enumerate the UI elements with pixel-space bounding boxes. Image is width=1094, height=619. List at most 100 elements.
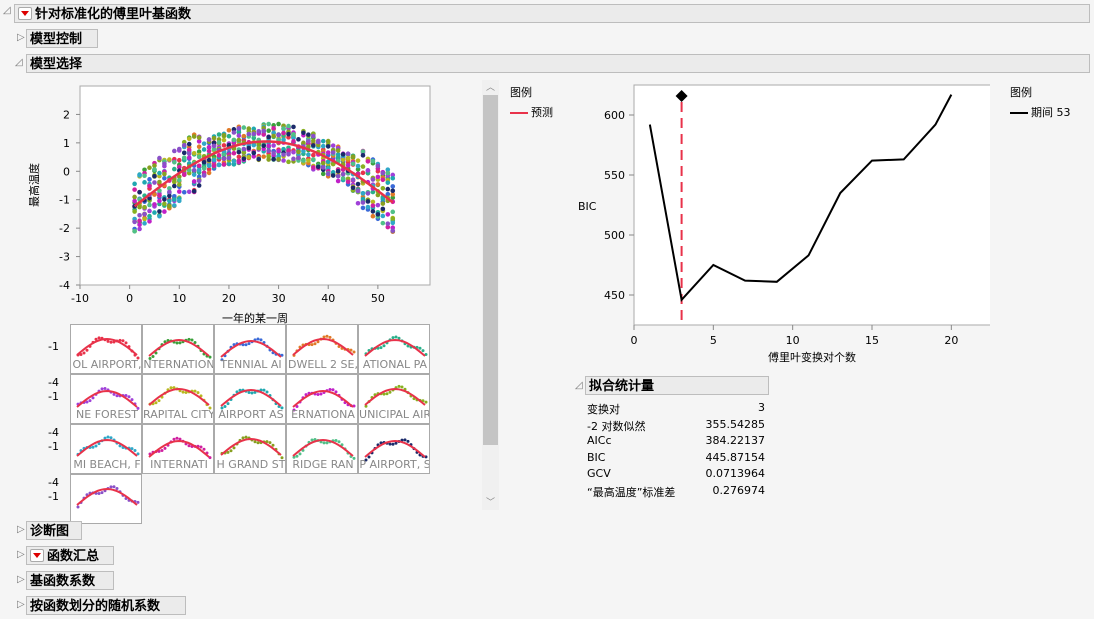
section-header-main[interactable]: 针对标准化的傅里叶基函数 xyxy=(14,4,1090,23)
data-point xyxy=(320,138,326,144)
small-multiple-panel[interactable]: TENNIAL AI xyxy=(214,324,286,374)
small-multiple-panel[interactable]: NTERNATION xyxy=(142,324,214,374)
panel-label: OL AIRPORT, xyxy=(72,358,142,371)
small-multiple-panel[interactable]: ATIONAL PA xyxy=(358,324,430,374)
stat-value: 445.87154 xyxy=(705,450,766,464)
data-point xyxy=(251,131,257,137)
data-point xyxy=(291,156,296,162)
y-tick-label: -1 xyxy=(48,440,59,453)
legend-label: 期间 53 xyxy=(1031,106,1071,119)
y-tick-label: -2 xyxy=(59,222,70,235)
red-menu-icon[interactable] xyxy=(18,7,32,20)
vertical-scrollbar[interactable]: ︿ ﹀ xyxy=(482,80,499,510)
small-multiple-panel[interactable]: OL AIRPORT, xyxy=(70,324,142,374)
data-point xyxy=(320,161,326,166)
data-point xyxy=(216,162,222,168)
small-multiple-panel[interactable]: AIRPORT AS xyxy=(214,374,286,424)
section-header-diag[interactable]: 诊断图 xyxy=(26,521,82,540)
collapse-icon[interactable]: ◿ xyxy=(575,380,583,391)
data-point xyxy=(157,155,162,161)
red-menu-icon[interactable] xyxy=(30,549,44,562)
data-point xyxy=(236,126,242,131)
legend-item-predict[interactable]: 预测 xyxy=(510,104,553,120)
x-axis-label: 傅里叶变换对个数 xyxy=(768,350,856,364)
small-multiples-grid: OL AIRPORT, NTERNATION TENNIAL AI DWELL 2 S… xyxy=(48,324,440,524)
data-point xyxy=(296,149,301,155)
expand-icon[interactable]: ▷ xyxy=(17,32,25,43)
data-point xyxy=(231,150,237,156)
data-point xyxy=(286,123,291,129)
section-header-func-summary[interactable]: 函数汇总 xyxy=(26,546,114,565)
data-point xyxy=(147,202,152,208)
panel-label: ATIONAL PA xyxy=(362,358,428,371)
expand-icon[interactable]: ▷ xyxy=(17,574,25,585)
data-point xyxy=(157,213,162,219)
section-title: 针对标准化的傅里叶基函数 xyxy=(35,7,192,22)
data-point xyxy=(191,172,197,177)
y-tick-label: -1 xyxy=(59,194,70,207)
data-point xyxy=(345,163,351,168)
data-point xyxy=(370,203,376,208)
data-point xyxy=(286,131,291,137)
data-point xyxy=(355,188,361,194)
data-point xyxy=(311,152,316,158)
small-multiple-panel[interactable]: H GRAND ST xyxy=(214,424,286,474)
small-multiple-panel[interactable]: INTERNATI xyxy=(142,424,214,474)
small-multiple-panel[interactable]: RIDGE RAN xyxy=(286,424,358,474)
collapse-icon[interactable]: ◿ xyxy=(15,57,23,68)
data-point xyxy=(345,151,351,157)
legend-line-icon xyxy=(510,112,528,114)
small-multiple-panel[interactable]: RAPITAL CITY xyxy=(142,374,214,424)
data-point xyxy=(231,137,237,143)
small-multiple-panel[interactable] xyxy=(70,474,142,524)
data-point xyxy=(291,124,296,130)
data-point xyxy=(176,182,182,187)
data-point xyxy=(390,220,396,226)
data-point xyxy=(281,126,286,131)
data-point xyxy=(147,219,152,224)
data-point xyxy=(350,161,356,167)
fit-stat-row: AICc 384.22137 xyxy=(587,434,765,450)
data-point xyxy=(137,204,142,210)
small-multiple-panel[interactable]: DWELL 2 SE, xyxy=(286,324,358,374)
expand-icon[interactable]: ▷ xyxy=(17,549,25,560)
data-point xyxy=(176,189,182,194)
data-point xyxy=(196,135,202,140)
small-multiple-panel[interactable]: NE FOREST xyxy=(70,374,142,424)
data-point xyxy=(162,175,167,181)
section-header-random-coef[interactable]: 按函数划分的随机系数 xyxy=(26,596,186,615)
data-point xyxy=(132,187,137,192)
scroll-down-icon[interactable]: ﹀ xyxy=(482,495,499,508)
data-point xyxy=(365,191,371,196)
small-multiple-panel[interactable]: P AIRPORT, S xyxy=(358,424,430,474)
data-point xyxy=(306,152,311,157)
legend-item-period[interactable]: 期间 53 xyxy=(1010,104,1071,120)
small-multiple-panel[interactable]: ERNATIONA xyxy=(286,374,358,424)
data-point xyxy=(226,155,232,161)
data-point xyxy=(276,121,281,127)
expand-icon[interactable]: ▷ xyxy=(17,599,25,610)
scroll-up-icon[interactable]: ︿ xyxy=(482,80,499,93)
small-multiple-panel[interactable]: MI BEACH, F xyxy=(70,424,142,474)
scrollbar-thumb[interactable] xyxy=(483,95,498,445)
small-multiple-panel[interactable]: UNICIPAL AIR xyxy=(358,374,430,424)
y-axis-label: BIC xyxy=(578,200,597,213)
data-point xyxy=(390,188,396,194)
data-point xyxy=(206,148,212,154)
section-header-model-control[interactable]: 模型控制 xyxy=(26,29,98,48)
panel-label: ERNATIONA xyxy=(291,408,355,421)
fit-stat-row: -2 对数似然 355.54285 xyxy=(587,418,765,434)
section-header-model-select[interactable]: 模型选择 xyxy=(26,54,1090,73)
section-header-basis-coef[interactable]: 基函数系数 xyxy=(26,571,114,590)
section-title: 函数汇总 xyxy=(47,549,100,564)
data-point xyxy=(236,133,242,138)
data-point xyxy=(355,163,361,169)
data-point xyxy=(191,179,197,184)
data-point xyxy=(196,154,202,160)
data-point xyxy=(172,166,177,172)
y-axis-label: 最高温度 xyxy=(27,163,41,207)
expand-icon[interactable]: ▷ xyxy=(17,524,25,535)
data-point xyxy=(291,132,296,137)
collapse-icon[interactable]: ◿ xyxy=(3,5,11,16)
section-header-fit-stats[interactable]: 拟合统计量 xyxy=(585,376,769,395)
